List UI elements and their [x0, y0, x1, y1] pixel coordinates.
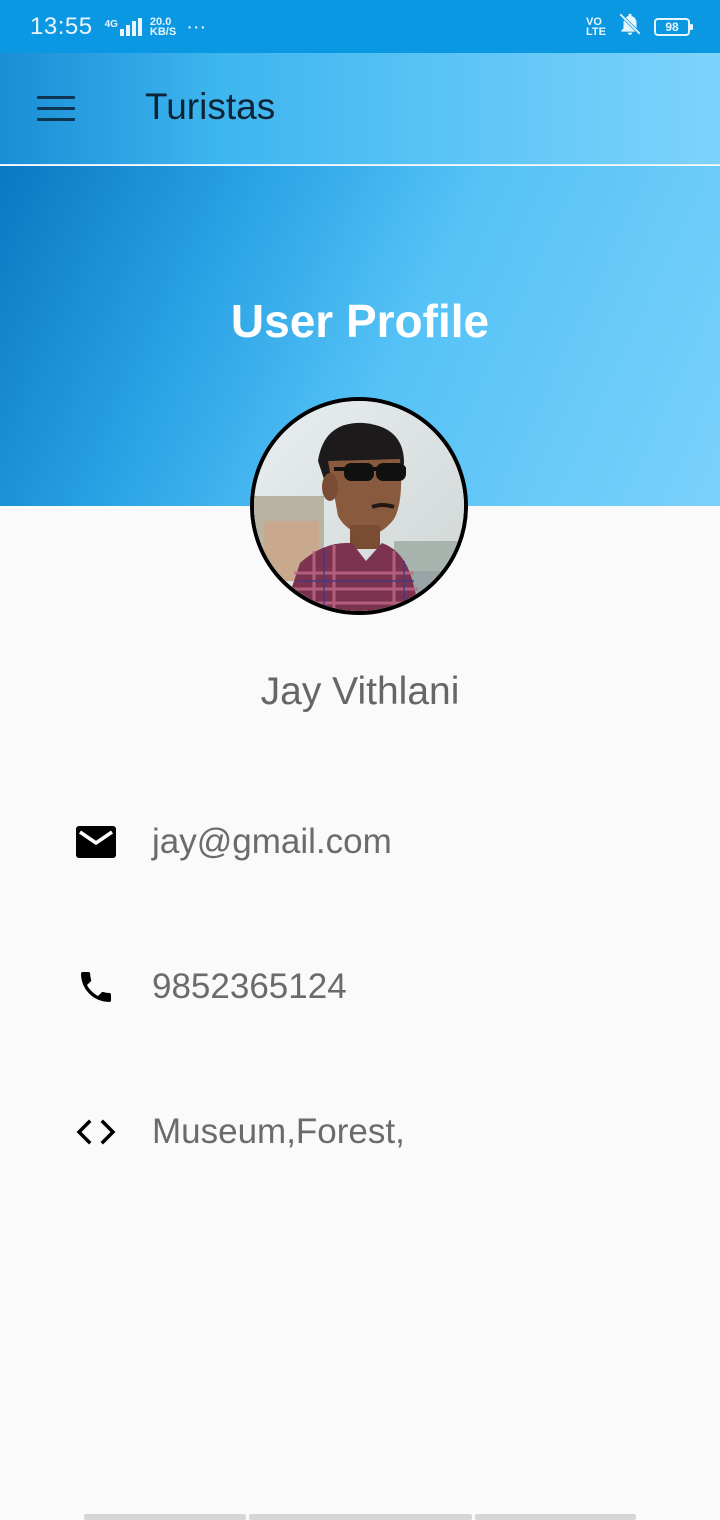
silent-bell-icon [616, 11, 644, 42]
phone-icon [74, 965, 118, 1009]
avatar [250, 397, 468, 615]
network-speed: 20.0 KB/S [149, 15, 177, 38]
battery-icon: 98 [654, 17, 693, 36]
more-notifications: ··· [186, 15, 207, 38]
network-type: 4G [104, 18, 118, 30]
email-value: jay@gmail.com [152, 822, 392, 861]
page-title: User Profile [230, 295, 490, 347]
status-time: 13:55 [30, 12, 93, 40]
app-title: Turistas [145, 86, 276, 127]
battery-level: 98 [665, 19, 679, 34]
speed-value: 20.0 [149, 15, 172, 28]
hamburger-menu-icon[interactable] [26, 83, 86, 133]
speed-unit: KB/S [149, 25, 177, 38]
volte-top: VO [586, 15, 602, 28]
status-bar: 13:55 4G 20.0 KB/S ··· VO LTE 98 [0, 0, 720, 53]
phone-row: 9852365124 [74, 965, 347, 1009]
code-icon [74, 1110, 118, 1154]
app-bar: Turistas [0, 53, 720, 165]
phone-value: 9852365124 [152, 967, 347, 1006]
interests-value: Museum,Forest, [152, 1112, 405, 1151]
signal-bars-icon [119, 17, 142, 36]
email-row: jay@gmail.com [74, 820, 392, 864]
signal-indicator: 4G [104, 17, 142, 36]
bottom-nav-hint [84, 1514, 636, 1520]
interests-row: Museum,Forest, [74, 1110, 405, 1154]
volte-indicator: VO LTE [586, 15, 606, 38]
user-name: Jay Vithlani [260, 670, 460, 713]
mail-icon [74, 820, 118, 864]
volte-bottom: LTE [586, 25, 606, 38]
